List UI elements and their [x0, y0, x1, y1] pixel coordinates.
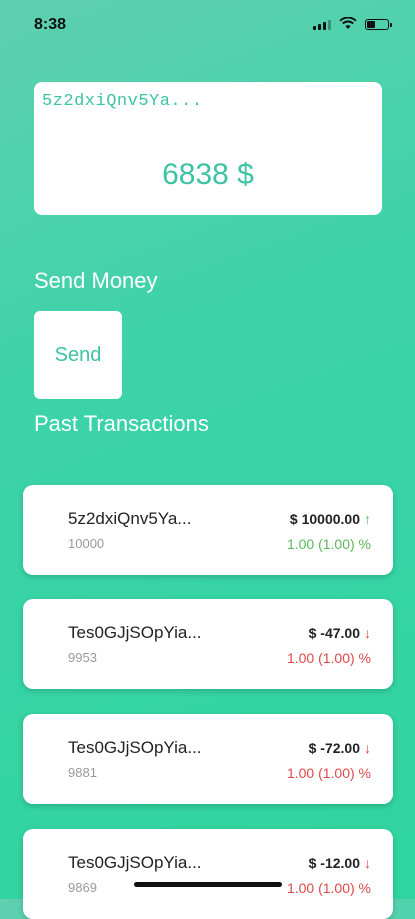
- transaction-amount: $ 10000.00 ↑: [290, 511, 371, 527]
- wifi-icon: [339, 17, 357, 29]
- home-indicator[interactable]: [134, 882, 282, 887]
- transaction-balance: 9881: [68, 765, 97, 780]
- transaction-amount-value: $ -72.00: [308, 740, 360, 756]
- signal-icon: [313, 20, 331, 30]
- wallet-balance: 6838 $: [162, 158, 254, 191]
- transaction-change: 1.00 (1.00) %: [286, 765, 371, 781]
- transaction-change: 1.00 (1.00) %: [286, 650, 371, 666]
- status-time: 8:38: [34, 16, 67, 33]
- status-bar: 8:38: [0, 0, 415, 48]
- transaction-row[interactable]: Tes0GJjSOpYia... 9881 $ -72.00 ↓ 1.00 (1.…: [23, 714, 393, 804]
- wallet-card[interactable]: 5z2dxiQnv5Ya... 6838 $: [34, 82, 382, 215]
- send-money-heading: Send Money: [34, 268, 158, 293]
- transaction-name: Tes0GJjSOpYia...: [68, 623, 202, 642]
- transaction-change: 1.00 (1.00) %: [286, 880, 371, 896]
- transaction-change: 1.00 (1.00) %: [286, 536, 371, 552]
- send-button[interactable]: Send: [34, 311, 122, 399]
- wallet-address: 5z2dxiQnv5Ya...: [42, 92, 203, 111]
- transaction-amount-value: $ -47.00: [308, 625, 360, 641]
- transaction-name: Tes0GJjSOpYia...: [68, 738, 202, 757]
- transaction-amount-value: $ -12.00: [308, 855, 360, 871]
- transaction-name: 5z2dxiQnv5Ya...: [68, 509, 192, 528]
- arrow-up-icon: ↑: [364, 511, 371, 527]
- transaction-row[interactable]: Tes0GJjSOpYia... 9953 $ -47.00 ↓ 1.00 (1.…: [23, 599, 393, 689]
- past-transactions-heading: Past Transactions: [34, 411, 209, 436]
- transaction-balance: 9953: [68, 650, 97, 665]
- transaction-amount: $ -12.00 ↓: [309, 855, 371, 871]
- status-icons: [313, 17, 392, 30]
- arrow-down-icon: ↓: [364, 855, 371, 871]
- transaction-amount: $ -47.00 ↓: [309, 625, 371, 641]
- transaction-row[interactable]: Tes0GJjSOpYia... 9869 $ -12.00 ↓ 1.00 (1.…: [23, 829, 393, 919]
- transaction-balance: 10000: [68, 536, 105, 551]
- transaction-row[interactable]: 5z2dxiQnv5Ya... 10000 $ 10000.00 ↑ 1.00 (…: [23, 485, 393, 575]
- transaction-name: Tes0GJjSOpYia...: [68, 853, 202, 872]
- battery-icon: [365, 19, 392, 30]
- transaction-amount: $ -72.00 ↓: [309, 740, 371, 756]
- arrow-down-icon: ↓: [364, 625, 371, 641]
- transaction-balance: 9869: [68, 880, 97, 895]
- arrow-down-icon: ↓: [364, 740, 371, 756]
- transaction-amount-value: $ 10000.00: [289, 511, 360, 527]
